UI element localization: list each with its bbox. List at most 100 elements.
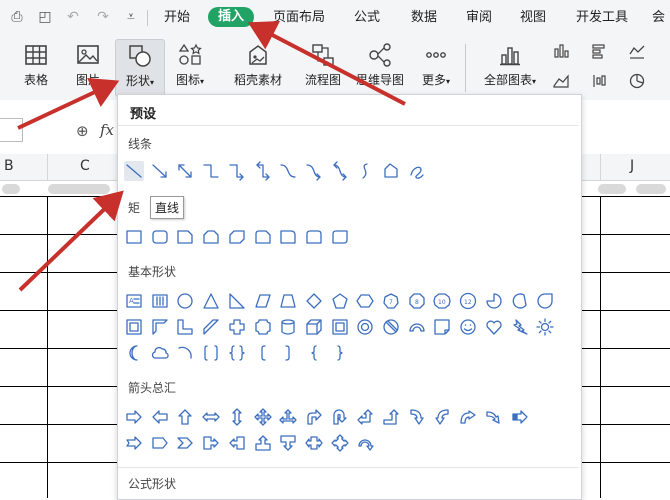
curved-up-arrow-shape[interactable] (458, 407, 478, 427)
freeform-shape[interactable] (381, 161, 401, 181)
up-down-arrow-shape[interactable] (227, 407, 247, 427)
diamond-shape[interactable] (304, 291, 324, 311)
curved-down-arrow-shape[interactable] (484, 407, 504, 427)
round-two-corner-rect-shape[interactable] (304, 227, 324, 247)
shapes-button[interactable]: 形状▾ (115, 39, 165, 97)
column-header-j[interactable]: J (630, 158, 634, 174)
icons-button[interactable]: 图标▾ (170, 42, 210, 88)
cube-shape[interactable] (304, 317, 324, 337)
tab-insert[interactable]: 插入 (208, 7, 255, 27)
tab-review[interactable]: 审阅 (466, 9, 492, 27)
octagon-shape[interactable]: 8 (407, 291, 427, 311)
up-arrow-shape[interactable] (175, 407, 195, 427)
block-arc-shape[interactable] (407, 317, 427, 337)
right-bracket-shape[interactable] (278, 343, 298, 363)
trapezoid-shape[interactable] (278, 291, 298, 311)
heart-shape[interactable] (484, 317, 504, 337)
cloud-shape[interactable] (150, 343, 170, 363)
pie-shape[interactable] (484, 291, 504, 311)
area-chart-icon[interactable] (552, 72, 570, 90)
line-shape[interactable] (124, 161, 144, 181)
striped-right-arrow-shape[interactable] (510, 407, 530, 427)
right-arrow-shape[interactable] (124, 407, 144, 427)
right-arrow-callout-shape[interactable] (201, 433, 221, 453)
can-shape[interactable] (278, 317, 298, 337)
snip-two-corner-rect-shape[interactable] (201, 227, 221, 247)
hexagon-shape[interactable] (355, 291, 375, 311)
bent-arrow-shape[interactable] (304, 407, 324, 427)
elbow-double-arrow-shape[interactable] (253, 161, 273, 181)
no-symbol-shape[interactable] (381, 317, 401, 337)
bent-up-arrow-shape[interactable] (381, 407, 401, 427)
tab-home[interactable]: 开始 (164, 9, 190, 27)
more-button[interactable]: 更多▾ (416, 42, 456, 88)
parallelogram-shape[interactable] (253, 291, 273, 311)
customize-icon[interactable]: ⩡ (122, 8, 140, 26)
double-bracket-shape[interactable] (201, 343, 221, 363)
right-brace-shape[interactable] (330, 343, 350, 363)
smiley-face-shape[interactable] (458, 317, 478, 337)
name-box[interactable] (0, 118, 23, 142)
diagonal-stripe-shape[interactable] (201, 317, 221, 337)
left-right-arrow-shape[interactable] (201, 407, 221, 427)
left-right-arrow-callout-shape[interactable] (304, 433, 324, 453)
quad-arrow-shape[interactable] (253, 407, 273, 427)
triangle-shape[interactable] (201, 291, 221, 311)
tab-developer[interactable]: 开发工具 (576, 9, 628, 27)
double-brace-shape[interactable] (227, 343, 247, 363)
teardrop-shape[interactable] (535, 291, 555, 311)
snip-diagonal-rect-shape[interactable] (227, 227, 247, 247)
print-preview-icon[interactable]: ◰ (36, 8, 54, 26)
vertical-text-box-shape[interactable] (150, 291, 170, 311)
decagon-shape[interactable]: 10 (432, 291, 452, 311)
rounded-rectangle-shape[interactable] (150, 227, 170, 247)
material-button[interactable]: 稻壳素材 (229, 42, 287, 88)
curved-left-arrow-shape[interactable] (432, 407, 452, 427)
snip-corner-rect-shape[interactable] (175, 227, 195, 247)
dodecagon-shape[interactable]: 12 (458, 291, 478, 311)
round-one-corner-rect-shape[interactable] (278, 227, 298, 247)
chevron-shape[interactable] (175, 433, 195, 453)
line-chart-icon[interactable] (628, 42, 646, 60)
down-arrow-callout-shape[interactable] (278, 433, 298, 453)
up-arrow-callout-shape[interactable] (253, 433, 273, 453)
curved-connector-shape[interactable] (278, 161, 298, 181)
left-arrow-shape[interactable] (150, 407, 170, 427)
chord-shape[interactable] (510, 291, 530, 311)
text-box-shape[interactable]: A (124, 291, 144, 311)
picture-button[interactable]: 图片 (70, 42, 106, 88)
heptagon-shape[interactable]: 7 (381, 291, 401, 311)
pie-chart-icon[interactable] (628, 72, 646, 90)
undo-icon[interactable]: ↶ (64, 8, 82, 26)
right-triangle-shape[interactable] (227, 291, 247, 311)
quad-arrow-callout-shape[interactable] (330, 433, 350, 453)
round-diagonal-rect-shape[interactable] (330, 227, 350, 247)
tab-view[interactable]: 视图 (520, 9, 546, 27)
elbow-arrow-connector-shape[interactable] (227, 161, 247, 181)
curved-right-arrow-shape[interactable] (407, 407, 427, 427)
mindmap-button[interactable]: 思维导图 (352, 42, 408, 88)
snip-round-rect-shape[interactable] (253, 227, 273, 247)
zoom-icon[interactable]: ⊕ (76, 122, 89, 140)
pentagon-shape[interactable] (330, 291, 350, 311)
arc-shape[interactable] (175, 343, 195, 363)
print-icon[interactable]: ⎙ (8, 8, 26, 26)
scribble-shape[interactable] (407, 161, 427, 181)
circular-arrow-shape[interactable] (355, 433, 375, 453)
frame-shape[interactable] (124, 317, 144, 337)
folded-corner-shape[interactable] (432, 317, 452, 337)
bevel-shape[interactable] (330, 317, 350, 337)
notched-right-arrow-shape[interactable] (124, 433, 144, 453)
elbow-connector-shape[interactable] (201, 161, 221, 181)
tab-page-layout[interactable]: 页面布局 (273, 9, 325, 27)
rectangle-shape[interactable] (124, 227, 144, 247)
lightning-bolt-shape[interactable] (510, 317, 530, 337)
l-shape[interactable] (175, 317, 195, 337)
table-button[interactable]: 表格 (18, 42, 54, 88)
function-icon[interactable]: fx (100, 121, 114, 139)
left-bracket-shape[interactable] (253, 343, 273, 363)
column-chart-icon[interactable] (552, 42, 570, 60)
curved-arrow-connector-shape[interactable] (304, 161, 324, 181)
sun-shape[interactable] (535, 317, 555, 337)
cross-shape[interactable] (227, 317, 247, 337)
